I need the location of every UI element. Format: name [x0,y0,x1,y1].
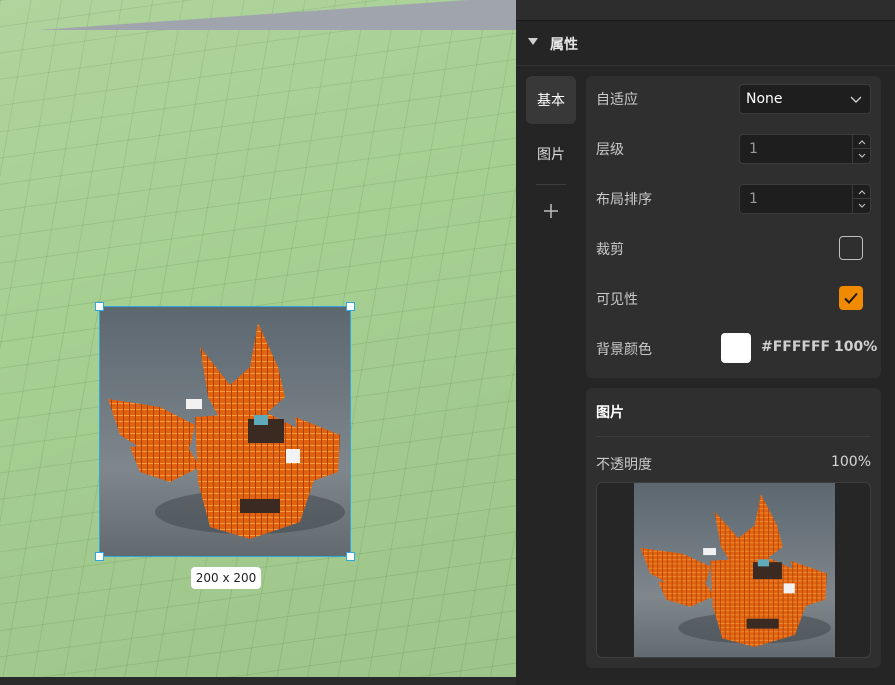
image-card-title: 图片 [596,405,624,421]
resize-handle-top-right[interactable] [346,302,355,311]
color-hex[interactable]: #FFFFFF [761,339,830,355]
card-divider [596,436,871,437]
adaptive-select[interactable]: None [739,84,871,114]
layer-value: 1 [749,141,758,157]
tab-divider [536,184,566,185]
caret-down-icon[interactable] [528,38,538,45]
adaptive-value: None [746,91,783,107]
opacity-value[interactable]: 100% [831,454,871,470]
tab-basic[interactable]: 基本 [526,76,576,124]
resize-handle-bottom-left[interactable] [95,552,104,561]
adaptive-row: 自适应 None [586,78,881,118]
clip-label: 裁剪 [596,242,624,258]
color-swatch[interactable] [721,333,751,363]
clip-checkbox[interactable] [839,236,863,260]
layout-order-stepper[interactable] [852,185,870,213]
background-color-row: 背景颜色 #FFFFFF 100% [586,328,881,368]
color-alpha[interactable]: 100% [834,339,877,355]
stepper-up-icon[interactable] [853,135,870,149]
properties-header[interactable]: 属性 [516,22,895,66]
layer-stepper[interactable] [852,135,870,163]
image-properties-card: 图片 不透明度 100% [586,388,881,668]
resize-handle-top-left[interactable] [95,302,104,311]
stepper-down-icon[interactable] [853,149,870,163]
resize-handle-bottom-right[interactable] [346,552,355,561]
visible-label: 可见性 [596,292,638,308]
adaptive-label: 自适应 [596,92,638,108]
size-label: 200 x 200 [191,567,261,589]
layout-order-value: 1 [749,191,758,207]
visible-row: 可见性 [586,278,881,318]
sky-horizon [0,0,516,30]
panel-title: 属性 [550,37,578,53]
checkmark-icon [844,292,858,304]
stepper-down-icon[interactable] [853,199,870,213]
scene-viewport[interactable]: 200 x 200 [0,0,516,685]
plus-icon [544,204,558,218]
clip-row: 裁剪 [586,228,881,268]
layout-order-label: 布局排序 [596,192,652,208]
layout-order-row: 布局排序 1 [586,178,881,218]
voxel-dragon-image [100,307,350,556]
opacity-label: 不透明度 [596,457,652,473]
viewport-bottom-bar [0,677,516,685]
property-tabs: 基本 图片 [526,76,576,233]
chevron-down-icon [850,96,862,103]
panel-top-strip [516,0,895,21]
tab-image[interactable]: 图片 [526,130,576,178]
background-color-label: 背景颜色 [596,342,652,358]
layout-order-input[interactable]: 1 [739,184,871,214]
stepper-up-icon[interactable] [853,185,870,199]
add-tab-button[interactable] [526,189,576,233]
voxel-dragon-thumbnail [634,483,835,657]
properties-panel: 属性 基本 图片 自适应 None 层级 1 布局排序 1 裁剪 可见性 背景颜… [516,0,895,685]
layer-label: 层级 [596,142,624,158]
layer-row: 层级 1 [586,128,881,168]
visible-checkbox[interactable] [839,286,863,310]
image-preview[interactable] [596,482,871,658]
image-element-selection[interactable] [95,302,355,561]
layer-input[interactable]: 1 [739,134,871,164]
basic-properties-card: 自适应 None 层级 1 布局排序 1 裁剪 可见性 背景颜色 #FFFFFF… [586,76,881,378]
